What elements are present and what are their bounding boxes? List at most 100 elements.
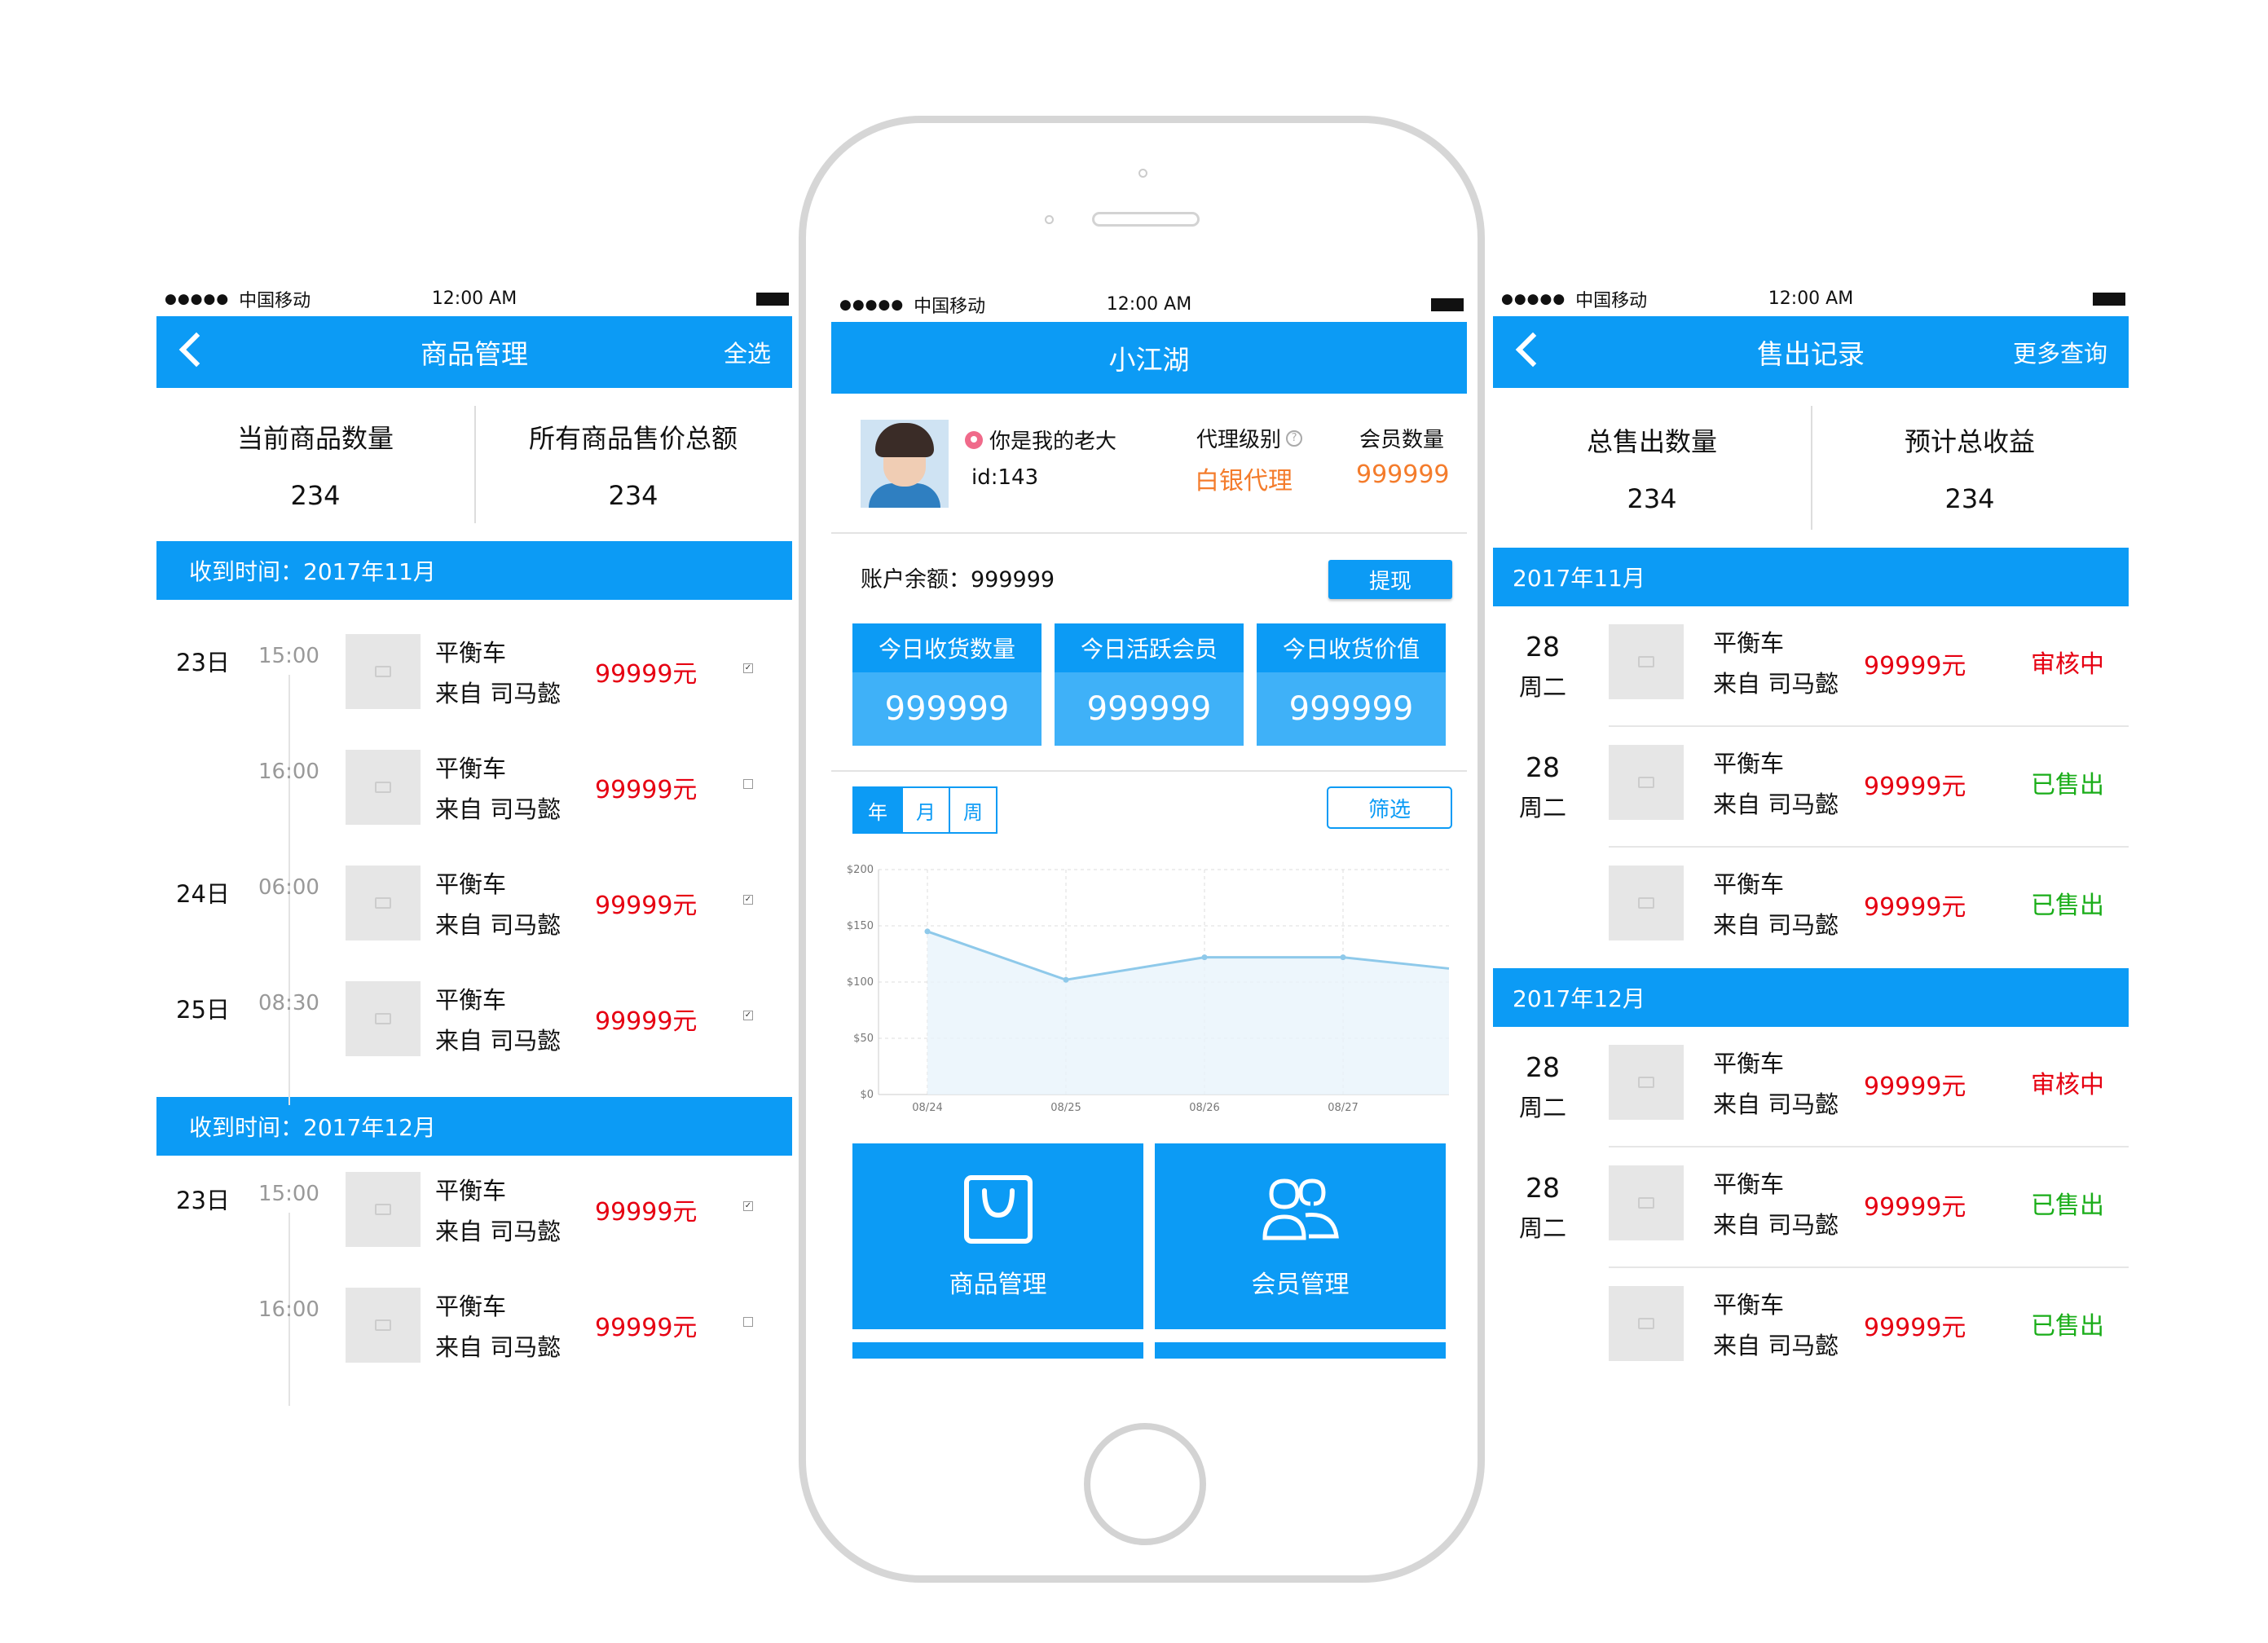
- product-name: 平衡车: [1713, 750, 1785, 777]
- list-item[interactable]: 平衡车 来自 司马懿 99999元 已售出: [1493, 848, 2129, 968]
- y-tick-label: $0: [860, 1089, 874, 1101]
- location-pin-icon: [965, 430, 983, 449]
- section-header: 2017年12月: [1493, 968, 2129, 1027]
- product-price: 99999元: [1864, 1193, 1966, 1222]
- tab-year[interactable]: 年: [854, 788, 901, 832]
- product-price: 99999元: [1864, 893, 1966, 922]
- status-badge: 已售出: [2031, 1312, 2104, 1341]
- list-item[interactable]: 16:00 平衡车 来自 司马懿 99999元: [156, 733, 792, 849]
- product-name: 平衡车: [435, 870, 507, 898]
- select-checkbox[interactable]: ✓: [743, 1201, 753, 1211]
- x-tick-label: 08/25: [1050, 1102, 1081, 1114]
- list-item[interactable]: 28 周二 平衡车 来自 司马懿 99999元 已售出: [1493, 1147, 2129, 1268]
- section-body: 23日 15:00 平衡车 来自 司马懿 99999元 ✓ 16:00 平衡车 来自 司马懿 99…: [156, 1156, 792, 1406]
- carrier-label: 中国移动: [239, 290, 311, 311]
- list-item[interactable]: 28 周二 平衡车 来自 司马懿 99999元 审核中: [1493, 1027, 2129, 1147]
- row-day: 23日: [176, 1187, 230, 1214]
- select-checkbox[interactable]: ✓: [743, 895, 753, 905]
- summary-value: 234: [1627, 483, 1677, 514]
- summary-panel: 总售出数量 234 预计总收益 234: [1493, 388, 2129, 548]
- select-checkbox[interactable]: [743, 779, 753, 789]
- signal-icon: ●●●●●: [165, 290, 230, 307]
- data-point: [1063, 976, 1069, 983]
- image-placeholder-icon: [375, 782, 391, 793]
- back-icon[interactable]: [1515, 332, 1551, 368]
- summary-label: 当前商品数量: [236, 423, 394, 454]
- back-icon[interactable]: [178, 332, 214, 368]
- list-item[interactable]: 28 周二 平衡车 来自 司马懿 99999元 已售出: [1493, 727, 2129, 848]
- product-thumbnail: [1609, 1045, 1684, 1120]
- product-management-tile[interactable]: 商品管理: [852, 1143, 1143, 1329]
- status-badge: 审核中: [2031, 650, 2104, 679]
- select-checkbox[interactable]: [743, 1317, 753, 1327]
- filter-button[interactable]: 筛选: [1327, 786, 1452, 829]
- camera-icon: [1138, 169, 1147, 178]
- menu-tile[interactable]: [852, 1342, 1143, 1359]
- home-button[interactable]: [1084, 1423, 1206, 1545]
- list-item[interactable]: 23日 15:00 平衡车 来自 司马懿 99999元 ✓: [156, 1156, 792, 1271]
- stats-row: 今日收货数量 999999 今日活跃会员 999999 今日收货价值 99999…: [831, 623, 1467, 746]
- tab-week[interactable]: 周: [949, 788, 996, 832]
- product-price: 99999元: [595, 1314, 698, 1342]
- select-checkbox[interactable]: ✓: [743, 663, 753, 673]
- row-time: 15:00: [258, 644, 319, 668]
- member-management-tile[interactable]: 会员管理: [1155, 1143, 1446, 1329]
- summary-label: 预计总收益: [1904, 426, 2035, 457]
- section-body: 23日 15:00 平衡车 来自 司马懿 99999元 ✓ 16:00 平衡车 来自 司马懿 99…: [156, 600, 792, 1105]
- more-query-button[interactable]: 更多查询: [2013, 335, 2107, 369]
- profile-name: 你是我的老大: [965, 425, 1116, 455]
- product-source: 来自 司马懿: [435, 1027, 561, 1055]
- product-name: 平衡车: [1713, 870, 1785, 898]
- product-source: 来自 司马懿: [1713, 1332, 1839, 1359]
- product-thumbnail: [346, 634, 421, 709]
- row-weekday: 周二: [1519, 673, 1567, 701]
- summary-cell: 预计总收益 234: [1811, 388, 2129, 548]
- list-item[interactable]: 平衡车 来自 司马懿 99999元 已售出: [1493, 1268, 2129, 1389]
- y-tick-label: $200: [847, 864, 874, 876]
- product-price: 99999元: [595, 892, 698, 920]
- product-thumbnail: [1609, 624, 1684, 699]
- row-time: 06:00: [258, 875, 319, 900]
- product-thumbnail: [346, 750, 421, 825]
- product-name: 平衡车: [1713, 629, 1785, 657]
- image-placeholder-icon: [375, 897, 391, 909]
- product-thumbnail: [346, 981, 421, 1056]
- image-placeholder-icon: [1638, 1197, 1654, 1209]
- product-thumbnail: [346, 1172, 421, 1247]
- list-item[interactable]: 25日 08:30 平衡车 来自 司马懿 99999元 ✓: [156, 965, 792, 1081]
- list-item[interactable]: 23日 15:00 平衡车 来自 司马懿 99999元 ✓: [156, 618, 792, 733]
- tab-month[interactable]: 月: [901, 788, 949, 832]
- menu-tile[interactable]: [1155, 1342, 1446, 1359]
- y-tick-label: $100: [847, 976, 874, 989]
- product-name: 平衡车: [1713, 1050, 1785, 1077]
- user-id: id:143: [971, 465, 1039, 490]
- list-item[interactable]: 24日 06:00 平衡车 来自 司马懿 99999元 ✓: [156, 849, 792, 965]
- y-tick-label: $50: [853, 1033, 874, 1045]
- divider: [474, 406, 476, 523]
- image-placeholder-icon: [375, 1319, 391, 1331]
- section-header: 2017年11月: [1493, 548, 2129, 606]
- image-placeholder-icon: [1638, 1077, 1654, 1088]
- stat-card: 今日收货数量 999999: [852, 623, 1042, 746]
- x-tick-label: 08/26: [1189, 1102, 1219, 1114]
- product-price: 99999元: [1864, 1314, 1966, 1342]
- summary-value: 234: [1944, 483, 1995, 514]
- product-source: 来自 司马懿: [1713, 791, 1839, 818]
- withdraw-button[interactable]: 提现: [1328, 560, 1452, 599]
- data-point: [1201, 954, 1208, 961]
- select-checkbox[interactable]: ✓: [743, 1011, 753, 1020]
- help-icon[interactable]: ?: [1286, 429, 1303, 447]
- summary-label: 所有商品售价总额: [528, 423, 738, 454]
- summary-panel: 当前商品数量 234 所有商品售价总额 234: [156, 388, 792, 541]
- avatar[interactable]: [861, 420, 949, 508]
- stat-value: 999999: [1257, 672, 1446, 746]
- image-placeholder-icon: [1638, 1318, 1654, 1329]
- select-all-button[interactable]: 全选: [724, 335, 771, 369]
- status-time: 12:00 AM: [1768, 289, 1854, 309]
- summary-value: 234: [290, 480, 341, 511]
- product-source: 来自 司马懿: [1713, 1211, 1839, 1239]
- list-item[interactable]: 28 周二 平衡车 来自 司马懿 99999元 审核中: [1493, 606, 2129, 727]
- list-item[interactable]: 16:00 平衡车 来自 司马懿 99999元: [156, 1271, 792, 1387]
- shopping-bag-icon: [963, 1175, 1033, 1244]
- stat-label: 今日收货数量: [852, 623, 1042, 672]
